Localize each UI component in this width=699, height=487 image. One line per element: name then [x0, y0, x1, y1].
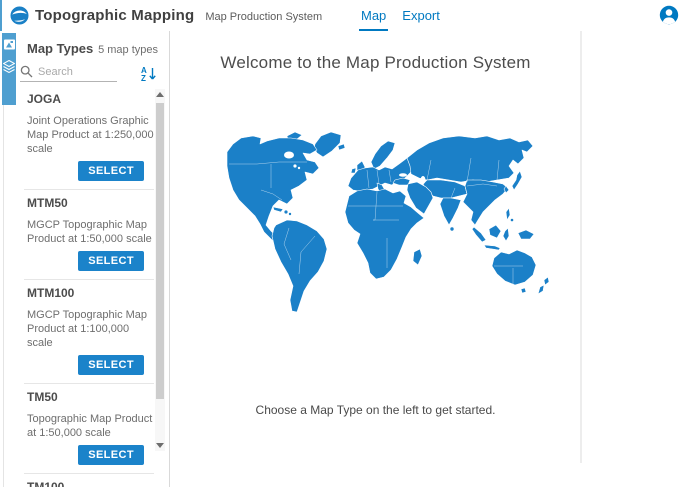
world-map: [227, 128, 567, 318]
map-widget-icon[interactable]: [4, 39, 15, 50]
sort-a-z-icon[interactable]: A Z: [139, 66, 157, 82]
instruction-text: Choose a Map Type on the left to get sta…: [171, 403, 580, 417]
map-type-count: 5 map types: [98, 44, 158, 56]
user-avatar-icon[interactable]: [659, 5, 679, 25]
search-box[interactable]: [20, 65, 117, 82]
welcome-panel: Welcome to the Map Production System: [171, 31, 582, 463]
scrollbar-thumb[interactable]: [156, 103, 164, 399]
header-accent-edge: [0, 0, 2, 31]
map-type-name: TM100: [27, 480, 154, 487]
header-tabs: Map Export: [359, 0, 454, 31]
scroll-up-arrow[interactable]: [156, 92, 164, 97]
select-button-mtm50[interactable]: SELECT: [78, 251, 144, 271]
app-header: Topographic Mapping Map Production Syste…: [0, 0, 699, 31]
tab-map[interactable]: Map: [359, 0, 388, 31]
welcome-title: Welcome to the Map Production System: [171, 53, 580, 73]
list-item-tm100: TM100: [24, 474, 154, 487]
scroll-down-arrow[interactable]: [156, 443, 164, 448]
map-type-description: Topographic Map Product at 1:50,000 scal…: [27, 412, 154, 440]
app-title: Topographic Mapping: [35, 7, 194, 24]
panel-title: Map Types: [27, 41, 93, 56]
search-icon: [20, 65, 33, 78]
app-window: Topographic Mapping Map Production Syste…: [0, 0, 699, 487]
map-types-panel: Map Types 5 map types A Z: [16, 31, 170, 487]
map-type-description: Joint Operations Graphic Map Product at …: [27, 114, 154, 156]
map-type-name: TM50: [27, 390, 154, 404]
list-item-mtm100: MTM100 MGCP Topographic Map Product at 1…: [24, 280, 154, 384]
map-type-name: JOGA: [27, 92, 154, 106]
sidebar-scrollbar[interactable]: [155, 89, 165, 451]
widget-rail: [2, 33, 16, 105]
search-input[interactable]: [38, 66, 112, 78]
select-button-tm50[interactable]: SELECT: [78, 445, 144, 465]
rail-divider: [3, 105, 4, 487]
svg-text:Z: Z: [141, 74, 146, 82]
app-subtitle: Map Production System: [205, 11, 322, 23]
list-item-tm50: TM50 Topographic Map Product at 1:50,000…: [24, 384, 154, 474]
map-type-name: MTM100: [27, 286, 154, 300]
tab-export[interactable]: Export: [400, 0, 442, 31]
select-button-joga[interactable]: SELECT: [78, 161, 144, 181]
map-type-description: MGCP Topographic Map Product at 1:50,000…: [27, 218, 154, 246]
select-button-mtm100[interactable]: SELECT: [78, 355, 144, 375]
map-type-list: JOGA Joint Operations Graphic Map Produc…: [24, 86, 154, 487]
layers-icon[interactable]: [3, 60, 15, 73]
list-item-joga: JOGA Joint Operations Graphic Map Produc…: [24, 86, 154, 190]
map-type-name: MTM50: [27, 196, 154, 210]
globe-icon: [10, 6, 29, 25]
list-item-mtm50: MTM50 MGCP Topographic Map Product at 1:…: [24, 190, 154, 280]
sidebar: Map Types 5 map types A Z: [0, 31, 170, 487]
map-type-description: MGCP Topographic Map Product at 1:100,00…: [27, 308, 154, 350]
